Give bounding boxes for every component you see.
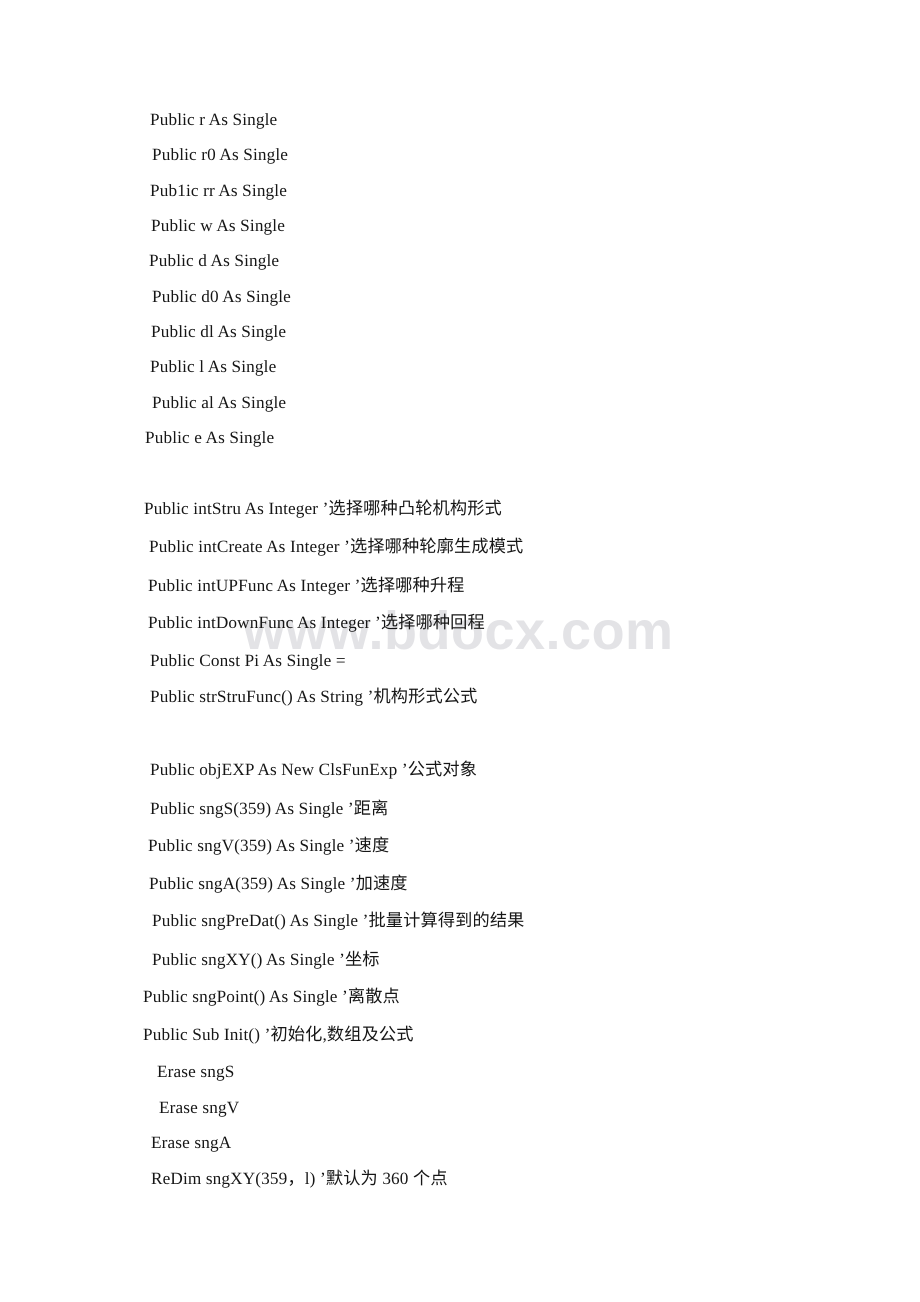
code-line: Public intStru As Integer ’选择哪种凸轮机构形式 [144,499,502,518]
code-line: Public l As Single [150,357,277,376]
code-line: Public sngA(359) As Single ’加速度 [149,874,408,893]
code-line: Erase sngS [157,1062,235,1081]
code-line: Public Sub Init() ’初始化,数组及公式 [143,1025,414,1044]
code-line: ReDim sngXY(359，l) ’默认为 360 个点 [151,1169,448,1188]
code-line: Erase sngV [159,1098,240,1117]
document-page: www.bdocx.com Public r As Single Public r… [0,0,920,1302]
code-line: Public r As Single [150,110,278,129]
code-line: Public strStruFunc() As String ’机构形式公式 [150,687,478,706]
code-line: Public Const Pi As Single = [150,651,346,670]
code-line: Public sngXY() As Single ’坐标 [152,950,380,969]
code-line: Public sngS(359) As Single ’距离 [150,799,389,818]
code-line: Public sngPreDat() As Single ’批量计算得到的结果 [152,911,525,930]
code-line: Public e As Single [145,428,275,447]
code-line: Public d As Single [149,251,280,270]
code-line: Public r0 As Single [152,145,289,164]
code-line: Public intUPFunc As Integer ’选择哪种升程 [148,576,465,595]
code-line: Public d0 As Single [152,287,291,306]
code-line: Erase sngA [151,1133,232,1152]
code-line: Pub1ic rr As Single [150,181,288,200]
code-line: Public w As Single [151,216,286,235]
code-line: Public objEXP As New ClsFunExp ’公式对象 [150,760,478,779]
code-line: Public al As Single [152,393,287,412]
code-line: Public dl As Single [151,322,287,341]
code-line: Public sngPoint() As Single ’离散点 [143,987,400,1006]
code-line: Public intCreate As Integer ’选择哪种轮廓生成模式 [149,537,524,556]
code-line: Public intDownFunc As Integer ’选择哪种回程 [148,613,485,632]
code-line: Public sngV(359) As Single ’速度 [148,836,390,855]
